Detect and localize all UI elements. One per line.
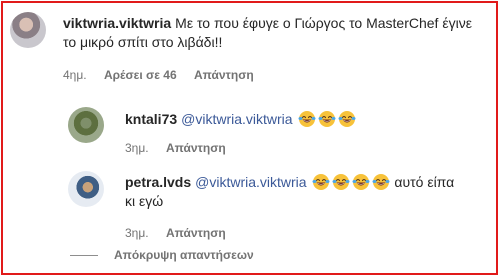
mention-link[interactable]: @viktwria.viktwria <box>181 111 292 127</box>
hide-replies-label: Απόκρυψη απαντήσεων <box>114 248 254 262</box>
reply-time[interactable]: 3ημ. <box>125 226 149 240</box>
reply-time[interactable]: 3ημ. <box>125 141 149 155</box>
comment-username[interactable]: viktwria.viktwria <box>63 15 171 31</box>
grinning-tears-emoji <box>372 173 390 191</box>
comment-body: viktwria.viktwria Με το που έφυγε ο Γιώργ… <box>63 14 483 52</box>
likes-count[interactable]: Αρέσει σε 46 <box>104 68 177 82</box>
reply-body: petra.lvds @viktwria.viktwria αυτό είπα κ… <box>125 173 455 211</box>
grinning-tears-emoji <box>318 110 336 128</box>
grinning-tears-emoji <box>338 110 356 128</box>
avatar[interactable] <box>68 171 104 207</box>
emoji-group <box>296 111 356 127</box>
grinning-tears-emoji <box>352 173 370 191</box>
avatar[interactable] <box>10 12 46 48</box>
divider-line <box>70 254 98 256</box>
reply-meta: 3ημ. Απάντηση <box>125 141 240 155</box>
mention-link[interactable]: @viktwria.viktwria <box>195 174 306 190</box>
reply-meta: 3ημ. Απάντηση <box>125 226 240 240</box>
reply-body: kntali73 @viktwria.viktwria <box>125 110 485 129</box>
comment-meta: 4ημ. Αρέσει σε 46 Απάντηση <box>63 68 268 82</box>
avatar[interactable] <box>68 107 104 143</box>
reply-button[interactable]: Απάντηση <box>194 68 254 82</box>
reply-button[interactable]: Απάντηση <box>166 141 226 155</box>
comment-time[interactable]: 4ημ. <box>63 68 87 82</box>
reply-button[interactable]: Απάντηση <box>166 226 226 240</box>
reply-username[interactable]: petra.lvds <box>125 174 191 190</box>
reply-username[interactable]: kntali73 <box>125 111 177 127</box>
grinning-tears-emoji <box>298 110 316 128</box>
grinning-tears-emoji <box>332 173 350 191</box>
emoji-group <box>310 174 390 190</box>
grinning-tears-emoji <box>312 173 330 191</box>
hide-replies-button[interactable]: Απόκρυψη απαντήσεων <box>70 248 254 262</box>
